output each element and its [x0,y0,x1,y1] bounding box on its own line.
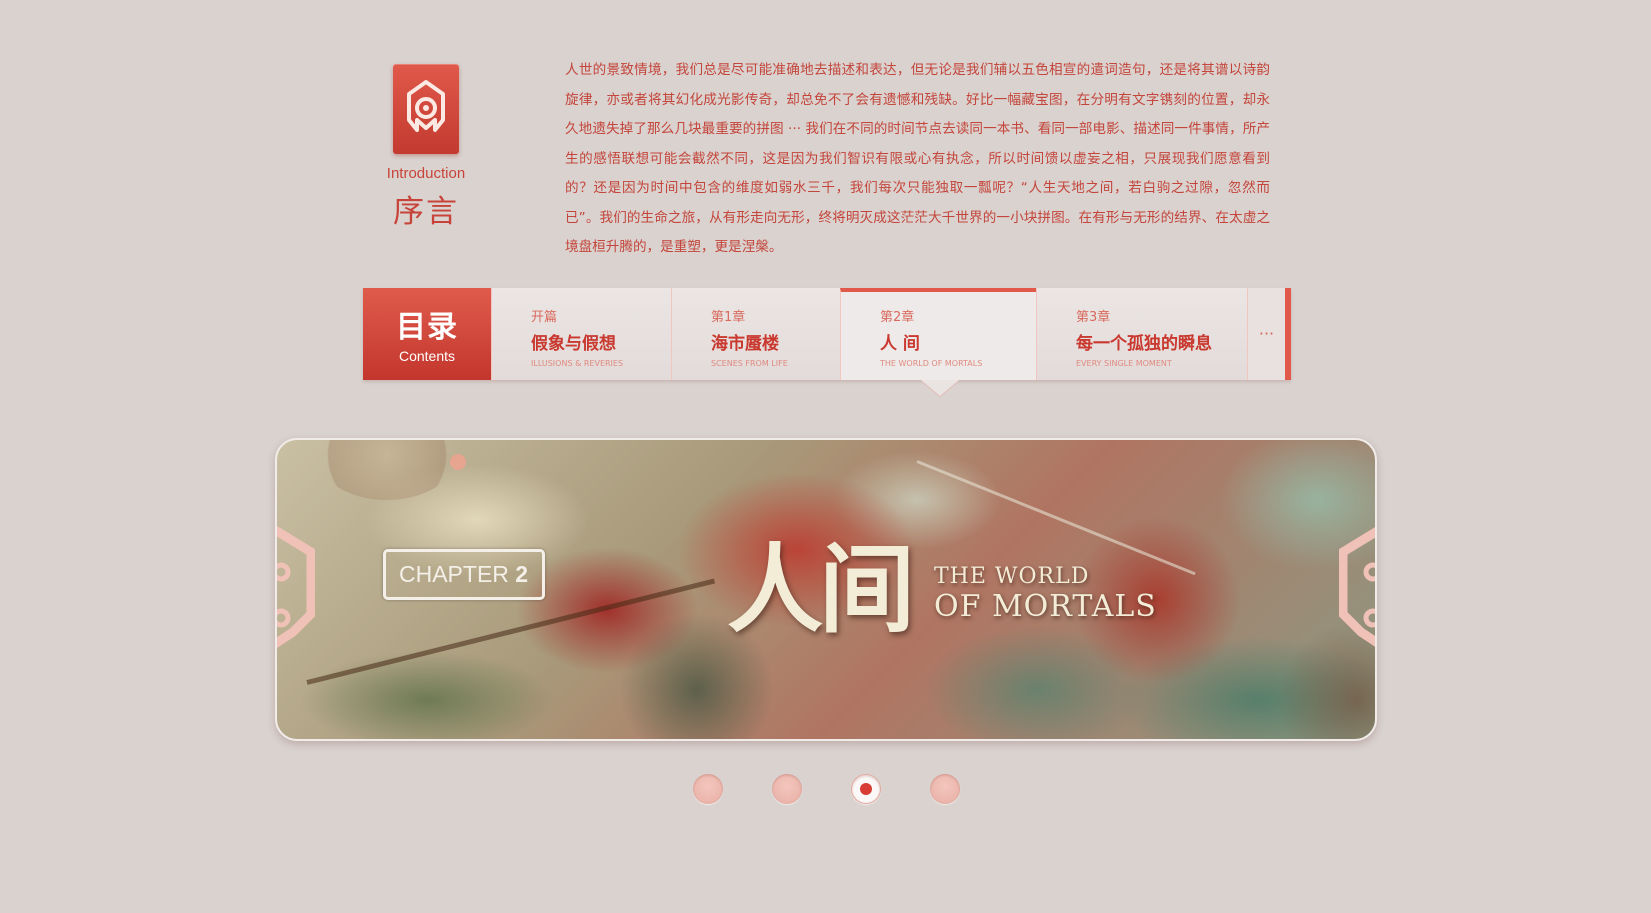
pager-dot-3-active[interactable] [851,774,881,804]
chapter-banner[interactable]: CHAPTER 2 人间 THE WORLD OF MORTALS [275,438,1377,741]
more-chapters-button[interactable]: ··· [1247,288,1285,380]
chapter-title-en: ILLUSIONS & REVERIES [531,359,624,368]
banner-art-disc [317,440,457,500]
chapter-number: 第1章 [711,310,746,325]
intro-label-cn: 序言 [393,194,459,230]
chapter-number: 开篇 [531,310,558,325]
banner-art-dot [450,454,466,470]
pager-dot-2[interactable] [772,774,802,804]
banner-title-cn: 人间 [727,534,915,646]
intro-label-en: Introduction [386,165,466,182]
contents-nav: 目录 Contents 开篇 假象与假想 ILLUSIONS & REVERIE… [363,288,1291,380]
page: Introduction 序言 人世的景致情境，我们总是尽可能准确地去描述和表达… [0,0,1651,913]
chapter-tab-1[interactable]: 第1章 海市蜃楼 SCENES FROM LIFE [671,288,840,380]
chapter-tag: CHAPTER 2 [383,549,545,600]
chapter-title-en: EVERY SINGLE MOMENT [1076,359,1172,368]
scroll-ornament-icon [277,526,315,648]
chapter-tag-prefix: CHAPTER [399,561,516,587]
chapter-title: 海市蜃楼 [711,334,779,354]
banner-title-en-line1: THE WORLD [934,564,1090,589]
contents-scroll-edge [1285,288,1291,380]
scroll-ornament-icon [1339,527,1375,647]
pager-dot-1[interactable] [693,774,723,804]
chapter-title-en: THE WORLD OF MORTALS [880,359,983,368]
chapter-title-en: SCENES FROM LIFE [711,359,788,368]
banner-title-en: THE WORLD OF MORTALS [934,562,1174,622]
pager-dot-4[interactable] [930,774,960,804]
chapter-title: 人 间 [880,334,920,354]
intro-paragraph: 人世的景致情境，我们总是尽可能准确地去描述和表达，但无论是我们辅以五色相宣的遣词… [565,62,1270,255]
chapter-tag-number: 2 [515,561,529,587]
contents-label-en: Contents [398,348,456,364]
chapter-tab-3[interactable]: 第3章 每一个孤独的瞬息 EVERY SINGLE MOMENT [1036,288,1247,380]
chapter-number: 第3章 [1076,310,1111,325]
banner-art-streak [916,460,1196,576]
chapter-title: 假象与假想 [531,334,616,354]
banner-title-en-line2: OF MORTALS [934,589,1157,624]
chapter-number: 第2章 [880,310,915,325]
contents-header: 目录 Contents [363,288,491,380]
contents-label-cn: 目录 [396,310,458,345]
chapter-tab-prologue[interactable]: 开篇 假象与假想 ILLUSIONS & REVERIES [491,288,671,380]
intro-emblem-icon [393,64,459,154]
chapter-tab-2[interactable]: 第2章 人 间 THE WORLD OF MORTALS [840,288,1036,380]
chapter-title: 每一个孤独的瞬息 [1076,334,1212,354]
